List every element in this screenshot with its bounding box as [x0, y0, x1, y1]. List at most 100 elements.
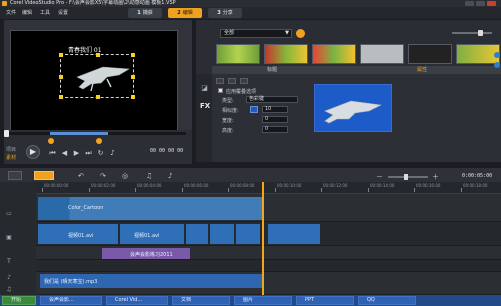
menu-edit[interactable]: 编辑: [22, 9, 32, 16]
thumb-size-slider[interactable]: [452, 30, 492, 36]
resize-handle[interactable]: [59, 75, 63, 79]
taskbar-item[interactable]: Corel Vid...: [106, 296, 168, 305]
panel-scroll-icon[interactable]: [494, 52, 500, 58]
timeline-view-button[interactable]: [34, 171, 54, 180]
scrub-range: [50, 132, 108, 135]
ruler-tick: [135, 188, 136, 192]
timeline-clip[interactable]: [268, 224, 320, 244]
selection-box[interactable]: [59, 53, 135, 99]
width-input[interactable]: 0: [262, 116, 288, 123]
taskbar-item[interactable]: 会声会影...: [40, 296, 102, 305]
volume-icon[interactable]: ♪: [108, 149, 117, 157]
library-thumbnail[interactable]: [216, 44, 260, 64]
slider-thumb[interactable]: [478, 30, 483, 36]
resize-handle[interactable]: [131, 75, 135, 79]
record-capture-icon[interactable]: ◎: [122, 172, 130, 180]
filter-icon[interactable]: FX: [200, 102, 210, 111]
go-end-icon[interactable]: ⏭: [84, 149, 93, 157]
ruler-tick-label: 00:00:10:00: [277, 183, 302, 188]
resize-handle[interactable]: [59, 95, 63, 99]
undo-icon[interactable]: ↶: [78, 172, 86, 180]
mark-in-icon[interactable]: [48, 138, 54, 144]
menu-bar: 文件 编辑 工具 设置 1 捕获 2 编辑 3 分享: [0, 7, 501, 19]
scrub-bar[interactable]: [4, 130, 186, 137]
timeline-clip[interactable]: 我们是 (晴天寒宝).mp3: [40, 274, 262, 288]
go-start-icon[interactable]: ⏮: [48, 149, 57, 157]
resize-handle[interactable]: [131, 95, 135, 99]
timeline-clip[interactable]: 会声会影练习2011: [102, 248, 190, 259]
option-button[interactable]: [228, 78, 236, 84]
timeline-clip[interactable]: 视频01.avi: [38, 224, 118, 244]
option-button[interactable]: [240, 78, 248, 84]
mode-clip-label[interactable]: 素材: [6, 154, 16, 161]
playhead[interactable]: [262, 182, 264, 295]
title-track-icon[interactable]: T: [5, 258, 13, 266]
taskbar-item[interactable]: QQ: [358, 296, 416, 305]
timeline-clip[interactable]: Color_Cartoon: [38, 197, 262, 220]
menu-settings[interactable]: 设置: [58, 9, 68, 16]
start-button[interactable]: 开始: [2, 296, 36, 305]
taskbar-item[interactable]: PPT: [296, 296, 354, 305]
graphic-icon[interactable]: ◪: [200, 84, 209, 93]
repeat-icon[interactable]: ↻: [96, 149, 105, 157]
step-share[interactable]: 3 分享: [208, 8, 242, 18]
ruler-tick: [368, 188, 369, 192]
mix-audio-icon[interactable]: ♫: [146, 172, 154, 180]
option-button[interactable]: [216, 78, 224, 84]
library-thumbnail[interactable]: [360, 44, 404, 64]
timeline-timecode[interactable]: 0:00:05:00: [462, 173, 492, 179]
tab-attribute[interactable]: 属性: [392, 66, 452, 74]
overlay-track-icon[interactable]: ▣: [5, 234, 13, 242]
timeline-clip[interactable]: [186, 224, 208, 244]
apply-overlay-checkbox[interactable]: [218, 88, 223, 93]
zoom-in-icon[interactable]: ＋: [432, 172, 440, 181]
zoom-slider[interactable]: [388, 174, 428, 180]
close-button[interactable]: [487, 1, 496, 6]
preview-timecode[interactable]: 00 00 00 00: [150, 148, 183, 154]
step-edit[interactable]: 2 编辑: [168, 8, 202, 18]
key-color-swatch[interactable]: [250, 106, 258, 113]
video-track-icon[interactable]: ▭: [5, 210, 13, 218]
prev-frame-icon[interactable]: ◀: [60, 149, 69, 157]
timeline-clip[interactable]: [236, 224, 260, 244]
play-button[interactable]: ▶: [26, 145, 40, 159]
ruler-tick-label: 00:00:00:00: [44, 183, 69, 188]
voice-track-icon[interactable]: ♪: [5, 274, 13, 282]
music-track-icon[interactable]: ♫: [5, 286, 13, 294]
preview-title-text[interactable]: 青春我们 01: [68, 45, 102, 54]
ruler-tick: [275, 188, 276, 192]
library-category-dropdown[interactable]: 全部 ▼: [220, 29, 292, 38]
resize-handle[interactable]: [96, 95, 100, 99]
next-frame-icon[interactable]: ▶: [72, 149, 81, 157]
minimize-button[interactable]: [465, 1, 474, 6]
resize-handle[interactable]: [131, 53, 135, 57]
resize-handle[interactable]: [59, 53, 63, 57]
slider-thumb[interactable]: [404, 174, 408, 180]
similarity-input[interactable]: 10: [262, 106, 288, 113]
taskbar-item[interactable]: 图片: [234, 296, 292, 305]
type-select[interactable]: 色彩键: [246, 96, 298, 103]
zoom-out-icon[interactable]: －: [376, 172, 384, 181]
library-add-icon[interactable]: [296, 29, 305, 38]
storyboard-view-button[interactable]: [8, 171, 22, 180]
chevron-down-icon: ▼: [285, 30, 289, 36]
timeline-clip[interactable]: 视频01.avi: [120, 224, 184, 244]
timeline-clip[interactable]: [210, 224, 234, 244]
mark-out-icon[interactable]: [96, 138, 102, 144]
panel-scroll-icon[interactable]: [494, 62, 500, 68]
redo-icon[interactable]: ↷: [100, 172, 108, 180]
voice-track[interactable]: [36, 260, 501, 272]
mode-project-label[interactable]: 项目: [6, 146, 16, 153]
auto-music-icon[interactable]: ♪: [168, 172, 176, 180]
library-thumbnail[interactable]: [312, 44, 356, 64]
scrub-thumb[interactable]: [4, 130, 9, 137]
menu-file[interactable]: 文件: [6, 9, 16, 16]
height-input[interactable]: 0: [262, 126, 288, 133]
tab-title[interactable]: 标题: [242, 66, 302, 74]
maximize-button[interactable]: [476, 1, 485, 6]
library-thumbnail[interactable]: [264, 44, 308, 64]
library-thumbnail[interactable]: [408, 44, 452, 64]
step-capture[interactable]: 1 捕获: [128, 8, 162, 18]
taskbar-item[interactable]: 文档: [172, 296, 230, 305]
menu-tools[interactable]: 工具: [40, 9, 50, 16]
